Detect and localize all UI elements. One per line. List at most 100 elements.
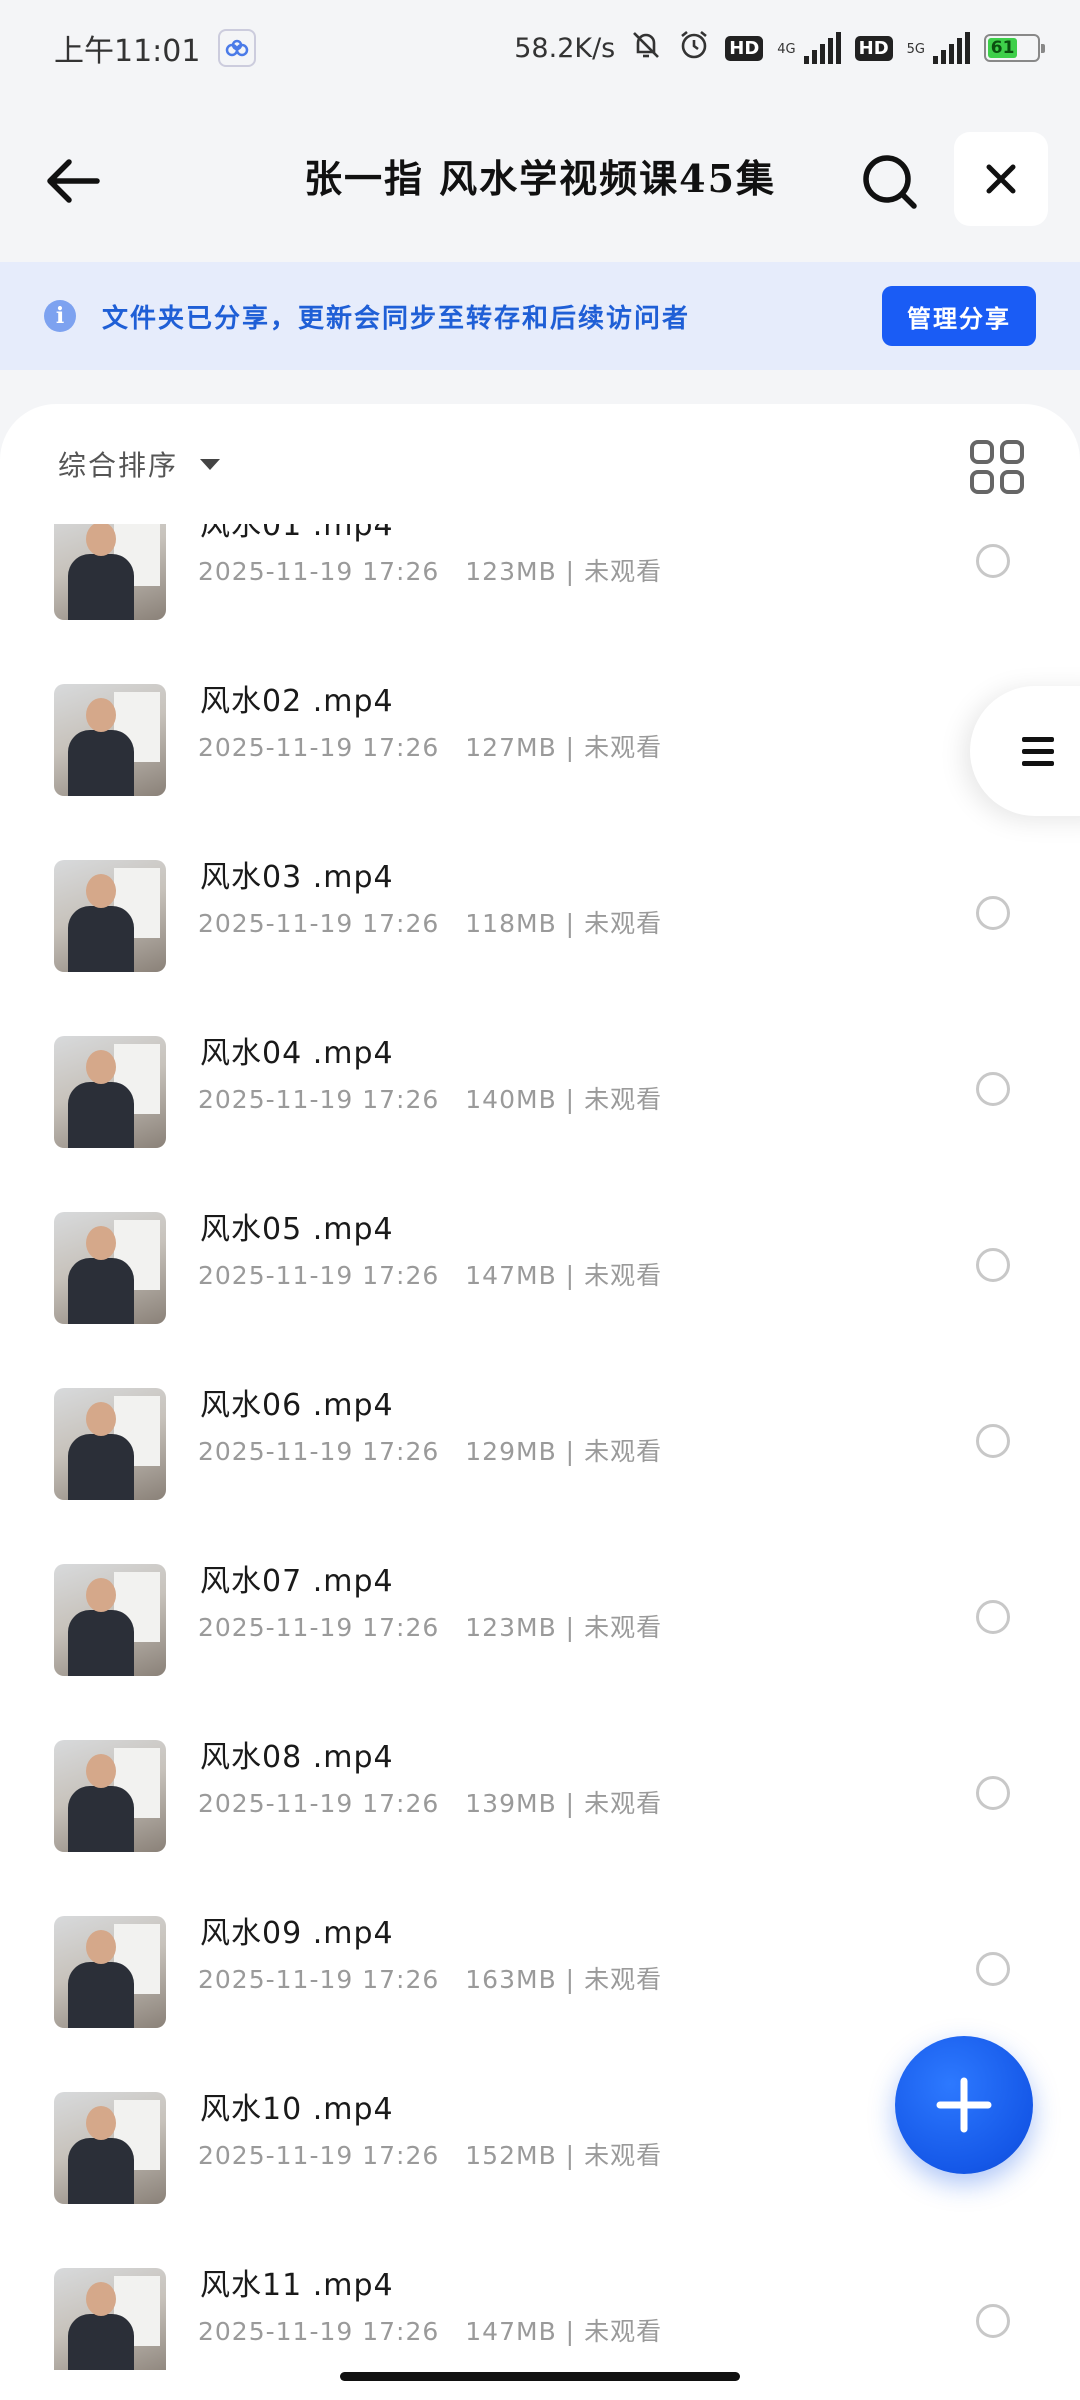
file-row[interactable]: 风水11 .mp4 2025-11-19 17:26 147MB | 未观看 <box>0 2224 1080 2370</box>
close-button[interactable] <box>954 132 1048 226</box>
video-thumbnail <box>54 860 166 972</box>
select-radio[interactable] <box>976 544 1010 578</box>
meta-separator: | <box>556 1789 585 1818</box>
video-thumbnail <box>54 524 166 620</box>
file-meta: 2025-11-19 17:26 123MB | 未观看 <box>198 552 662 588</box>
watch-status: 未观看 <box>584 1613 663 1642</box>
file-size: 139MB <box>465 1789 557 1818</box>
watch-status: 未观看 <box>584 2317 663 2346</box>
header: 张一指 风水学视频课45集 <box>0 96 1080 260</box>
meta-separator: | <box>556 2317 585 2346</box>
select-radio[interactable] <box>976 1600 1010 1634</box>
video-thumbnail <box>54 1740 166 1852</box>
select-radio[interactable] <box>976 1248 1010 1282</box>
share-banner: i 文件夹已分享，更新会同步至转存和后续访问者 管理分享 <box>0 262 1080 370</box>
file-row[interactable]: 风水09 .mp4 2025-11-19 17:26 163MB | 未观看 <box>0 1872 1080 2048</box>
file-name: 风水05 .mp4 <box>200 1212 394 1247</box>
file-date: 2025-11-19 17:26 <box>198 1085 440 1114</box>
file-date: 2025-11-19 17:26 <box>198 909 440 938</box>
file-row[interactable]: 风水05 .mp4 2025-11-19 17:26 147MB | 未观看 <box>0 1168 1080 1344</box>
file-row[interactable]: 风水04 .mp4 2025-11-19 17:26 140MB | 未观看 <box>0 992 1080 1168</box>
watch-status: 未观看 <box>584 1789 663 1818</box>
alarm-icon <box>677 28 711 69</box>
file-date: 2025-11-19 17:26 <box>198 733 440 762</box>
select-radio[interactable] <box>976 1952 1010 1986</box>
meta-separator: | <box>556 1613 585 1642</box>
file-row[interactable]: 风水08 .mp4 2025-11-19 17:26 139MB | 未观看 <box>0 1696 1080 1872</box>
file-row[interactable]: 风水07 .mp4 2025-11-19 17:26 123MB | 未观看 <box>0 1520 1080 1696</box>
meta-separator: | <box>556 1437 585 1466</box>
search-button[interactable] <box>852 144 928 220</box>
file-name: 风水03 .mp4 <box>200 860 394 895</box>
file-meta: 2025-11-19 17:26 118MB | 未观看 <box>198 904 662 940</box>
select-radio[interactable] <box>976 1072 1010 1106</box>
watch-status: 未观看 <box>584 909 663 938</box>
file-size: 129MB <box>465 1437 557 1466</box>
watch-status: 未观看 <box>584 1261 663 1290</box>
file-size: 123MB <box>465 557 557 586</box>
file-date: 2025-11-19 17:26 <box>198 1261 440 1290</box>
battery-level: 61 <box>988 38 1018 58</box>
file-row[interactable]: 风水03 .mp4 2025-11-19 17:26 118MB | 未观看 <box>0 816 1080 992</box>
file-date: 2025-11-19 17:26 <box>198 1789 440 1818</box>
grid-view-icon[interactable] <box>970 440 1024 494</box>
select-radio[interactable] <box>976 1776 1010 1810</box>
file-size: 118MB <box>465 909 557 938</box>
file-name: 风水06 .mp4 <box>200 1388 394 1423</box>
caret-down-icon <box>200 458 221 470</box>
add-button[interactable] <box>895 2036 1033 2174</box>
file-date: 2025-11-19 17:26 <box>198 1437 440 1466</box>
file-date: 2025-11-19 17:26 <box>198 1965 440 1994</box>
manage-share-button[interactable]: 管理分享 <box>882 286 1036 346</box>
meta-separator: | <box>556 557 585 586</box>
file-name: 风水02 .mp4 <box>200 684 394 719</box>
select-radio[interactable] <box>976 2304 1010 2338</box>
select-radio[interactable] <box>976 1424 1010 1458</box>
watch-status: 未观看 <box>584 733 663 762</box>
file-size: 152MB <box>465 2141 557 2170</box>
video-thumbnail <box>54 1212 166 1324</box>
file-size: 163MB <box>465 1965 557 1994</box>
info-icon: i <box>44 300 76 332</box>
meta-separator: | <box>556 1085 585 1114</box>
sort-dropdown[interactable]: 综合排序 <box>58 444 221 484</box>
file-name: 风水01 .mp4 <box>200 524 394 543</box>
file-name: 风水07 .mp4 <box>200 1564 394 1599</box>
file-meta: 2025-11-19 17:26 139MB | 未观看 <box>198 1784 662 1820</box>
file-size: 140MB <box>465 1085 557 1114</box>
file-meta: 2025-11-19 17:26 127MB | 未观看 <box>198 728 662 764</box>
video-thumbnail <box>54 2092 166 2204</box>
file-row[interactable]: 风水02 .mp4 2025-11-19 17:26 127MB | 未观看 <box>0 640 1080 816</box>
file-meta: 2025-11-19 17:26 129MB | 未观看 <box>198 1432 662 1468</box>
menu-lines-icon <box>1022 736 1054 766</box>
watch-status: 未观看 <box>584 1437 663 1466</box>
file-name: 风水08 .mp4 <box>200 1740 394 1775</box>
meta-separator: | <box>556 1965 585 1994</box>
file-size: 147MB <box>465 2317 557 2346</box>
watch-status: 未观看 <box>584 1085 663 1114</box>
sort-label: 综合排序 <box>58 449 179 482</box>
file-meta: 2025-11-19 17:26 152MB | 未观看 <box>198 2136 662 2172</box>
cloud-app-icon <box>218 29 257 67</box>
video-thumbnail <box>54 1564 166 1676</box>
file-row[interactable]: 风水06 .mp4 2025-11-19 17:26 129MB | 未观看 <box>0 1344 1080 1520</box>
video-thumbnail <box>54 2268 166 2370</box>
status-time: 上午11:01 <box>54 34 201 69</box>
video-thumbnail <box>54 1036 166 1148</box>
home-indicator[interactable] <box>340 2372 740 2381</box>
back-button[interactable] <box>38 146 108 216</box>
signal-icon <box>803 32 841 64</box>
watch-status: 未观看 <box>584 1965 663 1994</box>
meta-separator: | <box>556 2141 585 2170</box>
meta-separator: | <box>556 909 585 938</box>
file-size: 147MB <box>465 1261 557 1290</box>
file-name: 风水10 .mp4 <box>200 2092 394 2127</box>
close-icon <box>986 164 1016 194</box>
file-size: 127MB <box>465 733 557 762</box>
file-date: 2025-11-19 17:26 <box>198 2317 440 2346</box>
file-row[interactable]: 风水01 .mp4 2025-11-19 17:26 123MB | 未观看 <box>0 524 1080 640</box>
file-name: 风水04 .mp4 <box>200 1036 394 1071</box>
select-radio[interactable] <box>976 896 1010 930</box>
network-type: 5G <box>906 41 925 57</box>
file-date: 2025-11-19 17:26 <box>198 557 440 586</box>
